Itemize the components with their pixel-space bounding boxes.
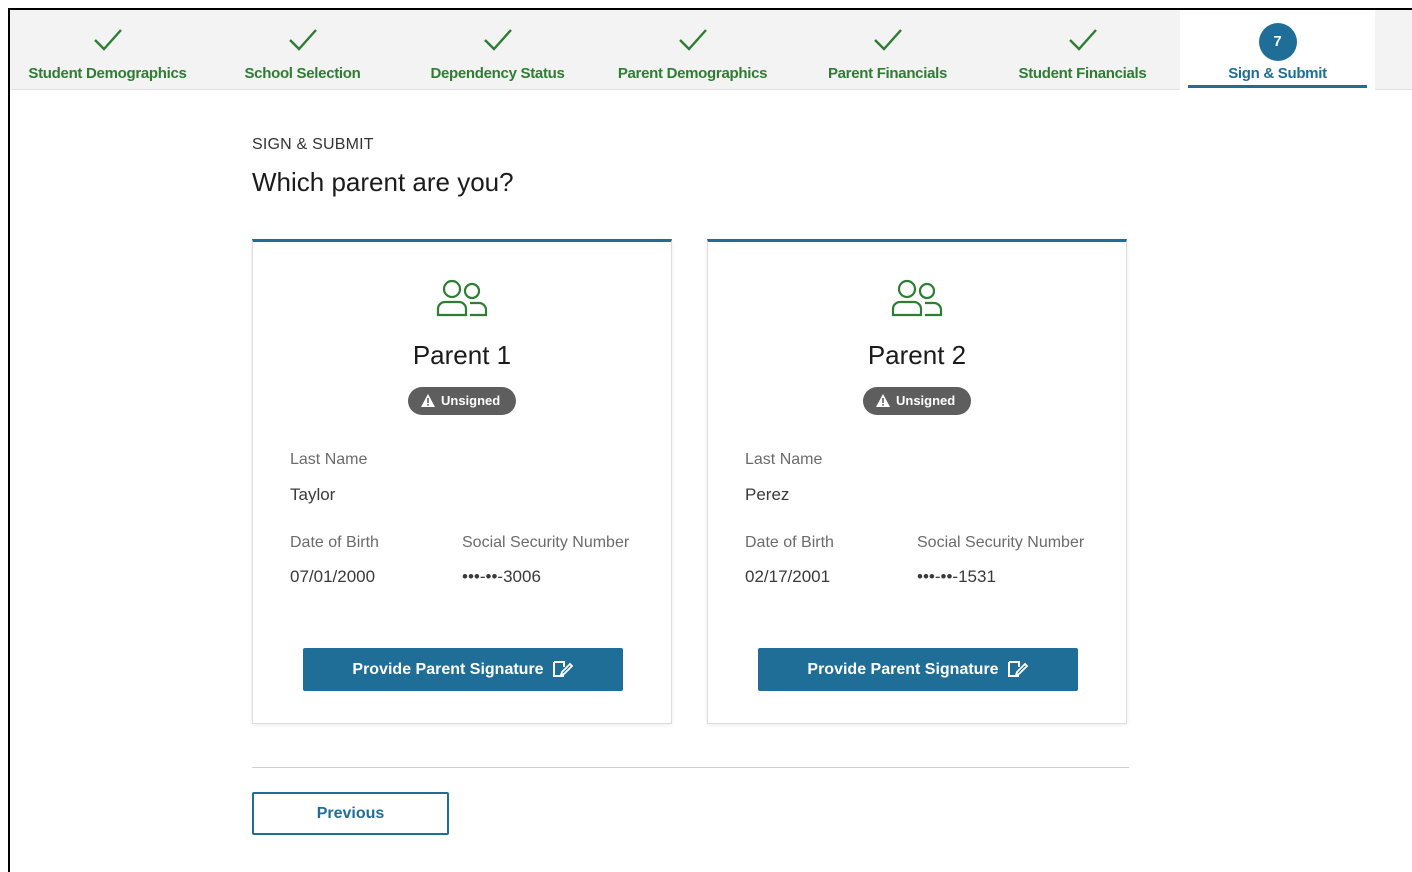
active-step-underline xyxy=(1188,85,1367,88)
step-label: Sign & Submit xyxy=(1228,65,1327,82)
signature-icon xyxy=(552,661,573,677)
card-title: Parent 1 xyxy=(412,340,512,370)
status-badge-label: Unsigned xyxy=(441,393,501,408)
section-kicker: SIGN & SUBMIT xyxy=(252,136,374,153)
ssn-value: •••-••-1531 xyxy=(917,567,996,586)
last-name-value: Perez xyxy=(745,485,790,504)
step-student-demographics[interactable]: Student Demographics xyxy=(10,10,205,90)
provide-parent-signature-button[interactable]: Provide Parent Signature xyxy=(758,648,1078,691)
provide-parent-signature-button[interactable]: Provide Parent Signature xyxy=(303,648,623,691)
people-icon xyxy=(436,279,488,317)
step-label: Parent Demographics xyxy=(617,65,768,82)
warning-icon xyxy=(876,394,890,407)
step-label: School Selection xyxy=(244,65,361,82)
status-badge: Unsigned xyxy=(408,387,516,415)
step-label: Parent Financials xyxy=(827,65,948,82)
step-student-financials[interactable]: Student Financials xyxy=(985,10,1180,90)
parent-card-2[interactable]: Parent 2 Unsigned Last Name Perez Date o… xyxy=(707,239,1127,724)
step-sign-and-submit[interactable]: 7 Sign & Submit xyxy=(1180,10,1375,91)
last-name-label: Last Name xyxy=(745,451,823,468)
page-title: Which parent are you? xyxy=(252,167,514,197)
ssn-value: •••-••-3006 xyxy=(462,567,541,586)
check-icon xyxy=(288,29,317,51)
check-icon xyxy=(93,29,122,51)
dob-value: 02/17/2001 xyxy=(745,567,831,586)
previous-button[interactable]: Previous xyxy=(252,792,449,835)
button-label: Provide Parent Signature xyxy=(807,661,999,678)
step-school-selection[interactable]: School Selection xyxy=(205,10,400,90)
people-icon xyxy=(891,279,943,317)
warning-icon xyxy=(421,394,435,407)
step-parent-demographics[interactable]: Parent Demographics xyxy=(595,10,790,90)
check-icon xyxy=(1068,29,1097,51)
last-name-value: Taylor xyxy=(290,485,336,504)
button-label: Provide Parent Signature xyxy=(352,661,544,678)
dob-label: Date of Birth xyxy=(290,534,379,551)
step-parent-financials[interactable]: Parent Financials xyxy=(790,10,985,90)
card-title: Parent 2 xyxy=(867,340,967,370)
check-icon xyxy=(873,29,902,51)
dob-label: Date of Birth xyxy=(745,534,834,551)
parent-card-1[interactable]: Parent 1 Unsigned Last Name Taylor Date … xyxy=(252,239,672,724)
check-icon xyxy=(483,29,512,51)
app-frame: Student Demographics School Selection De… xyxy=(8,8,1412,872)
status-badge-label: Unsigned xyxy=(896,393,956,408)
step-dependency-status[interactable]: Dependency Status xyxy=(400,10,595,90)
step-label: Student Financials xyxy=(1018,65,1147,82)
last-name-label: Last Name xyxy=(290,451,368,468)
progress-stepper: Student Demographics School Selection De… xyxy=(10,10,1412,91)
ssn-label: Social Security Number xyxy=(462,534,630,551)
check-icon xyxy=(678,29,707,51)
signature-icon xyxy=(1007,661,1028,677)
step-label: Dependency Status xyxy=(430,65,565,82)
step-label: Student Demographics xyxy=(28,65,187,82)
section-divider xyxy=(252,767,1129,768)
step-number-badge: 7 xyxy=(1258,23,1297,61)
dob-value: 07/01/2000 xyxy=(290,567,376,586)
ssn-label: Social Security Number xyxy=(917,534,1085,551)
status-badge: Unsigned xyxy=(863,387,971,415)
